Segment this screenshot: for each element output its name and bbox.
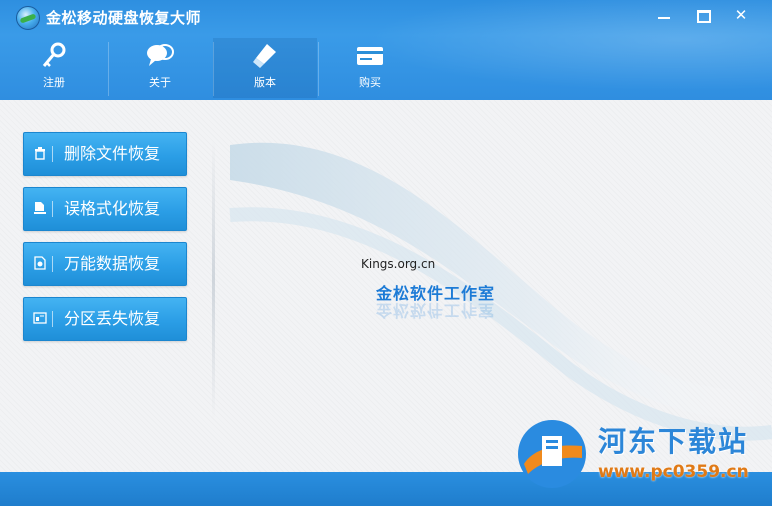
watermark-name: 河东下载站 [598,425,749,458]
minimize-button[interactable] [648,4,682,26]
toolbar-buy[interactable]: 购买 [318,38,422,98]
brand-studio-reflection: 金松软件工作室 [376,301,496,320]
toolbar-register-label: 注册 [43,76,65,89]
toolbar-version[interactable]: 版本 [213,38,317,98]
maximize-button[interactable] [686,4,720,26]
toolbar-version-label: 版本 [254,76,276,89]
main-panel: 删除文件恢复 误格式化恢复 万能数据恢复 分区丢失恢复 Kings.org.cn… [0,100,772,472]
eraser-icon [253,44,276,68]
format-recovery-label: 误格式化恢复 [64,199,161,218]
toolbar-buy-label: 购买 [359,76,381,89]
title-toolbar-area: 金松移动硬盘恢复大师 ✕ 注册 关于 版本 购买 [0,0,772,101]
close-button[interactable]: ✕ [724,4,758,26]
window-title: 金松移动硬盘恢复大师 [46,9,202,27]
button-separator [52,311,53,327]
partition-recovery-button[interactable]: 分区丢失恢复 [23,297,187,341]
credit-card-icon [357,47,383,65]
deleted-file-recovery-label: 删除文件恢复 [64,144,161,163]
close-icon: ✕ [734,6,748,24]
panel-divider [212,140,215,420]
format-icon [34,202,46,214]
maximize-icon [697,10,711,23]
universal-data-recovery-label: 万能数据恢复 [64,254,161,273]
button-separator [52,146,53,162]
watermark-url: www.pc0359.cn [598,462,749,482]
button-separator [52,201,53,217]
partition-icon [33,312,47,324]
app-logo-icon [16,6,40,30]
minimize-icon [658,17,670,19]
deleted-file-recovery-button[interactable]: 删除文件恢复 [23,132,187,176]
app-window: 金松移动硬盘恢复大师 ✕ 注册 关于 版本 购买 删除文件恢复 误格式化恢复 万… [0,0,772,506]
brand-site: Kings.org.cn [361,257,436,271]
speech-bubbles-icon [147,44,174,66]
partition-recovery-label: 分区丢失恢复 [64,309,161,328]
document-gear-icon [34,256,46,270]
toolbar-about-label: 关于 [149,76,171,89]
universal-data-recovery-button[interactable]: 万能数据恢复 [23,242,187,286]
toolbar-about[interactable]: 关于 [108,38,212,98]
pc0359-logo-icon [518,420,586,488]
trash-icon [35,147,45,160]
button-separator [52,256,53,272]
format-recovery-button[interactable]: 误格式化恢复 [23,187,187,231]
key-icon [42,42,66,67]
toolbar-register[interactable]: 注册 [2,38,106,98]
